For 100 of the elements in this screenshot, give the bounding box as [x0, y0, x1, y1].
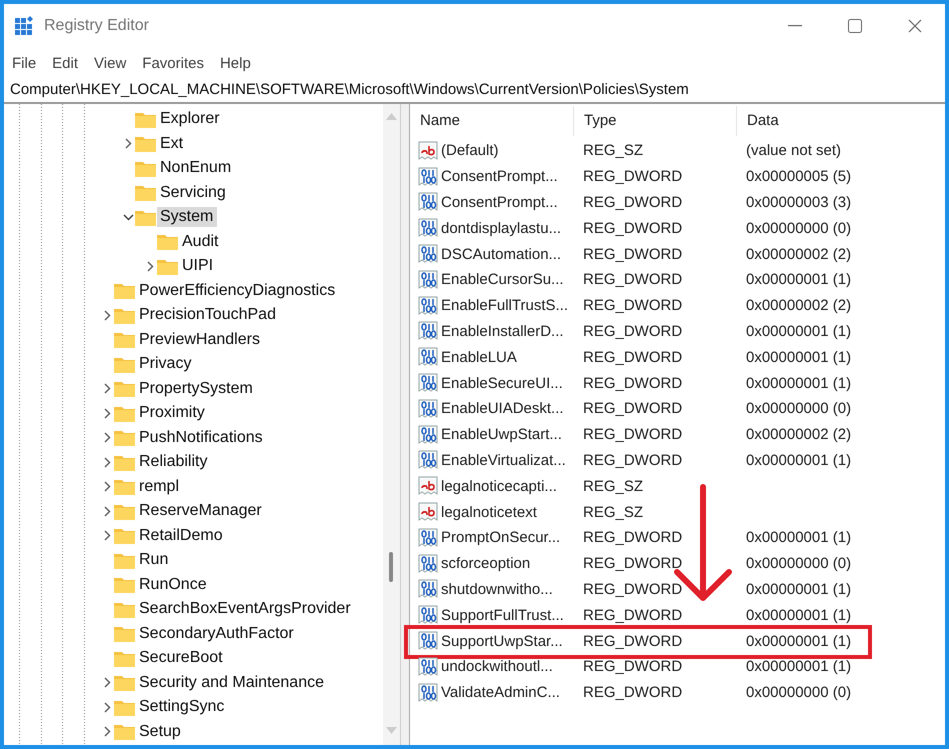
- tree-item[interactable]: rempl: [136, 476, 184, 497]
- value-name[interactable]: SupportUwpStar...: [441, 632, 563, 650]
- value-type: REG_DWORD: [582, 220, 684, 237]
- scroll-thumb[interactable]: [389, 552, 393, 582]
- string-value-icon: [418, 502, 439, 522]
- value-name[interactable]: ValidateAdminC...: [441, 684, 560, 702]
- chevron-down-icon[interactable]: [122, 214, 134, 221]
- tree-item[interactable]: System: [157, 207, 218, 228]
- value-type: REG_DWORD: [582, 555, 684, 572]
- chevron-right-icon[interactable]: [104, 383, 110, 394]
- tree-item[interactable]: Servicing: [157, 182, 230, 203]
- tree-item[interactable]: SearchBoxEventArgsProvider: [136, 599, 355, 620]
- tree-item[interactable]: SecureBoot: [136, 648, 227, 668]
- chevron-right-icon[interactable]: [104, 677, 110, 688]
- tree-item[interactable]: NonEnum: [157, 158, 236, 178]
- value-data: 0x00000000 (0): [745, 400, 852, 418]
- value-name[interactable]: EnableUIADeskt...: [441, 400, 564, 418]
- menu-item[interactable]: Edit: [50, 54, 86, 72]
- value-name[interactable]: DSCAutomation...: [441, 246, 562, 263]
- binary-value-icon: [418, 296, 439, 316]
- tree-item[interactable]: Proximity: [136, 403, 209, 424]
- value-type: REG_DWORD: [582, 632, 684, 650]
- folder-icon: [113, 379, 136, 398]
- tree-item[interactable]: UIPI: [179, 256, 218, 276]
- value-name[interactable]: EnableSecureUI...: [441, 374, 563, 392]
- value-name[interactable]: shutdownwitho...: [441, 580, 553, 598]
- folder-icon: [134, 183, 157, 202]
- menu-item[interactable]: File: [10, 54, 44, 72]
- value-type: REG_SZ: [582, 142, 644, 160]
- value-name[interactable]: SupportFullTrust...: [441, 606, 564, 624]
- value-data: 0x00000001 (1): [745, 529, 852, 546]
- value-type: REG_DWORD: [582, 322, 684, 340]
- close-icon: [908, 19, 922, 33]
- chevron-right-icon[interactable]: [104, 506, 110, 517]
- menu-item[interactable]: Help: [218, 54, 259, 72]
- value-name[interactable]: EnableFullTrustS...: [441, 297, 568, 314]
- value-name[interactable]: (Default): [441, 142, 499, 160]
- value-type: REG_DWORD: [582, 168, 684, 186]
- tree-item[interactable]: ReserveManager: [136, 501, 266, 522]
- value-name[interactable]: ConsentPrompt...: [441, 168, 558, 186]
- chevron-right-icon[interactable]: [104, 530, 110, 542]
- pane-splitter[interactable]: [400, 104, 410, 745]
- tree-item[interactable]: PushNotifications: [136, 428, 267, 448]
- tree-item[interactable]: Ext: [157, 134, 188, 154]
- tree-item[interactable]: PreviewHandlers: [136, 330, 264, 350]
- tree-item[interactable]: RetailDemo: [136, 526, 227, 546]
- string-value-icon: [418, 140, 439, 161]
- value-type: REG_DWORD: [582, 426, 684, 444]
- tree-item[interactable]: SecondaryAuthFactor: [136, 624, 298, 644]
- chevron-right-icon[interactable]: [104, 702, 110, 713]
- tree-item[interactable]: PropertySystem: [136, 378, 257, 399]
- value-name[interactable]: EnableVirtualizat...: [441, 452, 566, 469]
- value-data: 0x00000001 (1): [745, 632, 852, 650]
- menu-item[interactable]: Favorites: [140, 54, 212, 72]
- binary-value-icon: [418, 631, 439, 652]
- value-name[interactable]: dontdisplaylastu...: [441, 220, 562, 237]
- value-name[interactable]: legalnoticetext: [441, 504, 537, 521]
- value-name[interactable]: scforceoption: [441, 555, 530, 572]
- chevron-right-icon[interactable]: [104, 726, 110, 738]
- value-type: REG_DWORD: [582, 271, 684, 288]
- tree-item[interactable]: PrecisionTouchPad: [136, 305, 280, 326]
- value-data: 0x00000001 (1): [745, 374, 852, 392]
- column-header[interactable]: Name: [410, 106, 574, 136]
- address-bar[interactable]: Computer\HKEY_LOCAL_MACHINE\SOFTWARE\Microsoft\Windows\CurrentVersion\Policies\System: [4, 78, 945, 104]
- tree-item[interactable]: RunOnce: [136, 574, 211, 595]
- chevron-right-icon[interactable]: [104, 456, 110, 468]
- chevron-right-icon[interactable]: [104, 481, 110, 492]
- value-name[interactable]: EnableLUA: [441, 348, 517, 366]
- value-name[interactable]: ConsentPrompt...: [441, 194, 558, 211]
- chevron-right-icon[interactable]: [146, 260, 154, 272]
- tree-item[interactable]: Explorer: [157, 109, 224, 130]
- value-name[interactable]: EnableInstallerD...: [441, 322, 564, 340]
- chevron-right-icon[interactable]: [104, 432, 110, 444]
- binary-value-icon: [418, 450, 439, 470]
- tree-item[interactable]: Run: [136, 550, 172, 570]
- chevron-right-icon[interactable]: [104, 408, 110, 419]
- tree-item[interactable]: SettingSync: [136, 697, 228, 718]
- chevron-right-icon[interactable]: [104, 310, 110, 321]
- tree-item[interactable]: Reliability: [136, 452, 212, 472]
- value-name[interactable]: EnableUwpStart...: [441, 426, 562, 444]
- string-value-icon: [418, 476, 439, 496]
- value-name[interactable]: PromptOnSecur...: [441, 529, 560, 546]
- value-name[interactable]: EnableCursorSu...: [441, 271, 564, 288]
- value-name[interactable]: legalnoticecapti...: [441, 478, 557, 495]
- tree-item[interactable]: Audit: [179, 232, 222, 252]
- scrollbar[interactable]: [383, 104, 400, 745]
- folder-icon: [113, 526, 136, 546]
- value-data: 0x00000001 (1): [745, 322, 852, 340]
- tree-item[interactable]: Privacy: [136, 354, 196, 374]
- column-header[interactable]: Type: [574, 106, 737, 136]
- chevron-right-icon[interactable]: [124, 138, 132, 150]
- binary-value-icon: [418, 579, 439, 600]
- menu-item[interactable]: View: [92, 54, 134, 72]
- tree-item[interactable]: Security and Maintenance: [136, 672, 328, 693]
- tree-item[interactable]: PowerEfficiencyDiagnostics: [136, 280, 340, 301]
- tree-item[interactable]: Setup: [136, 722, 185, 742]
- value-data: 0x00000001 (1): [745, 348, 852, 366]
- column-header[interactable]: Data: [737, 106, 945, 136]
- value-name[interactable]: undockwithoutl...: [441, 658, 553, 676]
- binary-value-icon: [418, 373, 439, 394]
